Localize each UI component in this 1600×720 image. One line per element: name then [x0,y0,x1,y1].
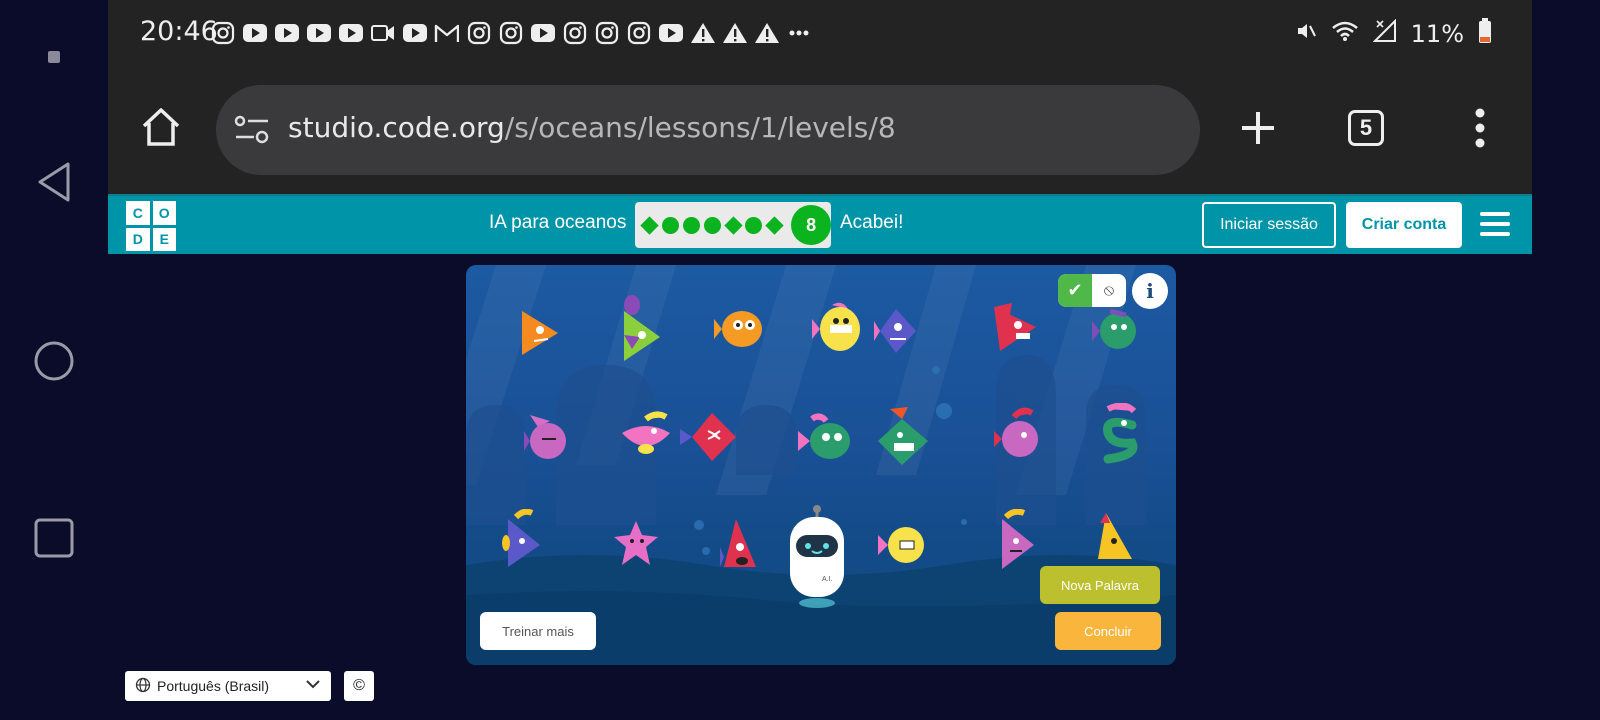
train-more-button[interactable]: Treinar mais [480,612,596,650]
new-tab-icon[interactable] [1238,108,1278,153]
fish-red-triangle[interactable] [990,301,1040,353]
fish-orange-round[interactable] [714,305,766,353]
course-title-link[interactable]: IA para oceanos [489,212,626,234]
fish-blue-triangle[interactable] [502,509,544,571]
fish-green-snake[interactable] [1094,403,1144,467]
fish-green-triangle[interactable] [620,295,664,363]
match-toggle[interactable]: ✔ ⦸ [1058,274,1126,307]
fish-yellow-round[interactable] [812,299,862,357]
phone-screen: 20:46 11% studio.code.org/s/oceans/lesso… [108,0,1532,720]
globe-icon [135,677,151,696]
level-dot[interactable] [723,215,743,235]
chevron-down-icon [305,676,321,695]
youtube-icon [242,20,267,45]
copyright-button[interactable]: © [344,671,374,701]
block-icon[interactable]: ⦸ [1092,274,1126,307]
instagram-icon [466,20,491,45]
youtube-icon [402,20,427,45]
code-logo[interactable]: C O D E [126,201,176,251]
warning-icon [722,20,747,45]
language-select[interactable]: Português (Brasil) [125,671,331,701]
logo-letter: O [152,201,176,225]
instagram-icon [210,20,235,45]
finished-link[interactable]: Acabei! [840,212,903,234]
tab-switcher-button[interactable]: 5 [1348,110,1384,146]
game-canvas[interactable]: A.I. ✔ ⦸ i Treinar mais Nova Palavra Con… [466,265,1176,665]
fish-red-cone[interactable] [720,517,758,577]
youtube-icon [658,20,683,45]
check-icon[interactable]: ✔ [1058,274,1092,307]
signin-button[interactable]: Iniciar sessão [1202,202,1336,248]
instagram-icon [562,20,587,45]
robot-label: A.I. [822,576,833,583]
fish-purple-round[interactable] [994,407,1040,461]
fish-pink-star[interactable] [612,519,660,569]
status-right: 11% [1295,18,1492,49]
level-dot[interactable] [765,215,784,235]
logo-letter: C [126,201,150,225]
create-account-button[interactable]: Criar conta [1346,202,1462,248]
url-text[interactable]: studio.code.org/s/oceans/lessons/1/level… [288,111,896,144]
instagram-icon [626,20,651,45]
level-dot[interactable] [703,216,721,234]
current-level-badge[interactable]: 8 [791,205,832,245]
warning-icon [754,20,779,45]
youtube-icon [306,20,331,45]
fish-pink-round[interactable] [524,411,568,463]
fish-yellow-cone[interactable] [1094,511,1134,569]
menu-more-icon[interactable] [1474,108,1486,153]
notification-icons [210,20,811,45]
instagram-icon [498,20,523,45]
fish-green-diamond[interactable] [870,405,930,467]
instagram-icon [594,20,619,45]
level-progress: 8 [635,202,832,248]
info-icon[interactable]: i [1132,273,1168,309]
site-header: C O D E IA para oceanos 8 Acabei! Inicia… [108,194,1532,254]
youtube-icon [530,20,555,45]
fish-red-diamond[interactable] [680,409,738,465]
gmail-icon [434,20,459,45]
hamburger-menu-icon[interactable] [1480,212,1510,236]
url-host: studio.code.org [288,111,505,144]
signal-icon [1372,18,1397,48]
level-dot[interactable] [640,215,659,235]
fish-pink-bird[interactable] [616,411,674,461]
level-dot[interactable] [682,216,700,234]
meet-icon [370,20,395,45]
back-button[interactable] [30,158,78,206]
finish-button[interactable]: Concluir [1055,612,1161,650]
ai-robot: A.I. [790,505,844,608]
wifi-icon [1331,20,1359,47]
new-word-button[interactable]: Nova Palavra [1040,566,1160,604]
logo-letter: E [152,227,176,251]
logo-letter: D [126,227,150,251]
android-nav-bar [0,0,108,720]
fish-orange-triangle[interactable] [518,303,564,361]
battery-icon [1478,18,1492,49]
url-path: /s/oceans/lessons/1/levels/8 [504,111,896,144]
fish-lilac-triangle[interactable] [994,509,1038,571]
fish-green-round[interactable] [1092,305,1140,353]
recent-apps-mini-icon [30,33,78,81]
language-label: Português (Brasil) [157,678,270,694]
home-icon[interactable] [140,106,182,153]
status-time: 20:46 [140,16,218,47]
mute-icon [1295,20,1317,47]
browser-toolbar: studio.code.org/s/oceans/lessons/1/level… [108,68,1532,194]
site-settings-icon[interactable] [234,113,270,152]
address-bar[interactable]: studio.code.org/s/oceans/lessons/1/level… [216,85,1200,175]
status-bar: 20:46 11% [108,0,1532,68]
battery-percent: 11% [1410,19,1464,48]
fish-green-blob[interactable] [798,413,854,463]
warning-icon [690,20,715,45]
youtube-icon [338,20,363,45]
fish-purple-diamond[interactable] [874,307,918,357]
fish-yellow-round-small[interactable] [878,521,926,567]
recents-button[interactable] [30,514,78,562]
youtube-icon [274,20,299,45]
level-dot[interactable] [661,216,679,234]
home-button[interactable] [30,337,78,385]
more-icon [786,20,811,45]
level-dot[interactable] [745,216,763,234]
